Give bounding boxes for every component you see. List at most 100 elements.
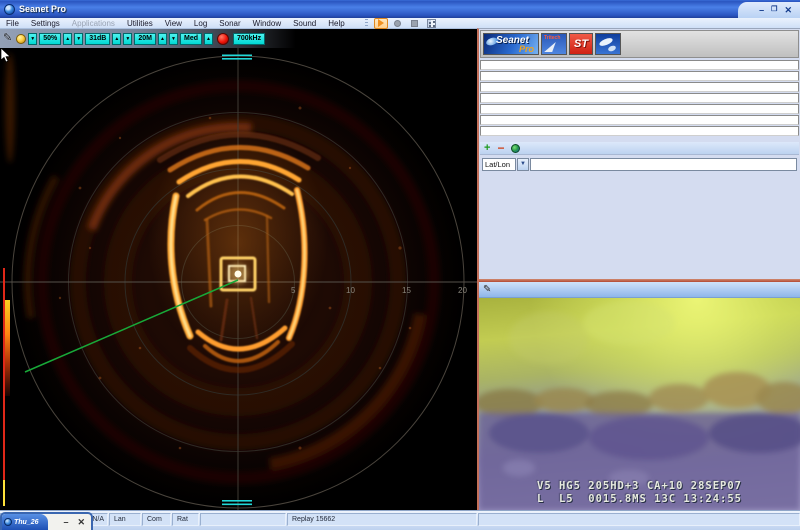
menu-help[interactable]: Help [322, 18, 350, 29]
wave-logo [595, 33, 621, 55]
status-bar: ul N/A Lan Com N/A Rat N/A Replay 15662 [0, 510, 800, 530]
position-toolbar: + − [480, 142, 799, 155]
status-field-replay: Replay 15662 [287, 513, 477, 526]
log-window-tab[interactable]: Thu_26 [2, 514, 48, 530]
wave-logo-shape-small [607, 44, 617, 53]
device-config-button[interactable] [425, 18, 439, 29]
tritech-logo: Tritech [541, 33, 567, 55]
log-window-controls: – ✕ [48, 517, 91, 528]
resolution-value[interactable]: Med [179, 32, 202, 45]
record-icon [394, 19, 402, 27]
video-tool-icon[interactable]: ✎ [483, 284, 491, 295]
threshold-value[interactable]: 31dB [85, 32, 111, 45]
window-controls: – ❐ ✕ [738, 2, 800, 18]
log-window-titlebar[interactable]: Thu_26 – ✕ [0, 512, 93, 530]
log-minimize-icon[interactable]: – [63, 517, 68, 528]
range-up-button[interactable]: ▲ [157, 32, 167, 45]
sonar-plot [0, 48, 477, 510]
parameter-row[interactable] [480, 104, 799, 114]
video-osd-line1: V5 HG5 205HD+3 CA+10 28SEP07 [537, 480, 743, 492]
minimize-icon[interactable]: – [759, 5, 764, 15]
menu-window[interactable]: Window [247, 18, 287, 29]
restore-icon[interactable]: ❐ [771, 5, 777, 15]
parameter-row[interactable] [480, 93, 799, 103]
latlon-label: Lat/Lon [482, 157, 516, 171]
resolution-up-button[interactable]: ▲ [203, 32, 213, 45]
status-field-lan: Lan [109, 513, 141, 526]
close-icon[interactable]: ✕ [784, 5, 792, 15]
pencil-tool-icon[interactable]: ✎ [3, 33, 12, 44]
parameter-row[interactable] [480, 82, 799, 92]
threshold-up-button[interactable]: ▲ [112, 32, 122, 45]
menu-log[interactable]: Log [188, 18, 213, 29]
log-window-title: Thu_26 [14, 518, 39, 526]
menu-sonar[interactable]: Sonar [213, 18, 246, 29]
menu-utilities[interactable]: Utilities [121, 18, 159, 29]
seanet-pro-logo: Seanet Pro [483, 33, 539, 55]
transmit-indicator[interactable] [216, 32, 229, 45]
status-field-right [478, 513, 800, 526]
st-logo-text: ST [574, 38, 589, 50]
right-panel: Seanet Pro Tritech ST + − Lat/Lon ▼ ✎ V5… [477, 28, 800, 510]
scan-line-active [3, 480, 5, 506]
seanet-pro-window: Seanet Pro – ❐ ✕ File Settings Applicati… [0, 0, 800, 530]
tritech-logo-text: Tritech [544, 35, 561, 41]
toolbar-grip [364, 18, 368, 28]
play-button[interactable] [373, 17, 388, 29]
gain-down-button[interactable]: ▼ [74, 32, 84, 45]
menu-applications: Applications [71, 18, 115, 28]
play-icon [377, 19, 384, 27]
range-value[interactable]: 20M [134, 32, 156, 45]
window-title: Seanet Pro [19, 4, 67, 14]
parameter-row[interactable] [480, 71, 799, 81]
gain-up-button[interactable]: ▲ [63, 32, 73, 45]
seabed-graphic [479, 301, 800, 510]
video-feed[interactable]: V5 HG5 205HD+3 CA+10 28SEP07 L L5 0015.8… [479, 298, 800, 510]
logo-bar: Seanet Pro Tritech ST [480, 30, 799, 58]
title-bar[interactable]: Seanet Pro – ❐ ✕ [0, 0, 800, 18]
menu-file[interactable]: File [0, 18, 25, 29]
range-label-5: 5 [291, 286, 296, 295]
sonar-head-icon[interactable] [16, 33, 27, 44]
parameter-rows [480, 60, 799, 137]
status-field-blank [200, 513, 286, 526]
status-field-com: Com N/A [142, 513, 171, 526]
range-label-15: 15 [402, 286, 411, 295]
latlon-dropdown[interactable]: ▼ [517, 157, 529, 171]
video-osd-line2: L L5 0015.8MS 13C 13:24:55 [537, 493, 743, 505]
status-field-rat: Rat N/A [172, 513, 199, 526]
log-window-icon [4, 518, 12, 526]
stop-icon [411, 19, 419, 27]
record-button[interactable] [391, 18, 405, 29]
stop-button[interactable] [408, 18, 422, 29]
parameter-row[interactable] [480, 126, 799, 136]
tritech-logo-shape [544, 42, 556, 52]
mouse-cursor [0, 48, 11, 63]
device-config-icon [427, 18, 437, 28]
log-close-icon[interactable]: ✕ [77, 517, 85, 528]
sonar-display[interactable]: 5 10 15 20 [0, 48, 477, 510]
frequency-value: 700kHz [232, 32, 266, 45]
intensity-scale [5, 300, 10, 396]
gain-value[interactable]: 50% [39, 32, 62, 45]
range-label-10: 10 [346, 286, 355, 295]
remove-icon[interactable]: − [497, 142, 504, 154]
menu-view[interactable]: View [159, 18, 188, 29]
video-toolbar: ✎ [479, 282, 800, 298]
parameter-row[interactable] [480, 115, 799, 125]
st-logo: ST [569, 33, 593, 55]
parameter-row[interactable] [480, 60, 799, 70]
range-down-button[interactable]: ▼ [168, 32, 178, 45]
latlon-row: Lat/Lon ▼ [480, 156, 799, 172]
add-icon[interactable]: + [484, 143, 490, 154]
sonar-settings-toolbar: ✎ ▼ 50% ▲ ▼ 31dB ▲ ▼ 20M ▲ ▼ Med ▲ 700kH… [0, 29, 477, 48]
latlon-input[interactable] [530, 157, 797, 171]
seanet-logo-sub: Pro [518, 44, 534, 54]
threshold-down-button[interactable]: ▼ [123, 32, 133, 45]
range-label-20: 20 [458, 286, 467, 295]
transport-toolbar [364, 17, 439, 29]
head-dropdown[interactable]: ▼ [28, 32, 38, 45]
menu-settings[interactable]: Settings [25, 18, 66, 29]
menu-sound[interactable]: Sound [287, 18, 322, 29]
globe-icon[interactable] [511, 143, 521, 153]
